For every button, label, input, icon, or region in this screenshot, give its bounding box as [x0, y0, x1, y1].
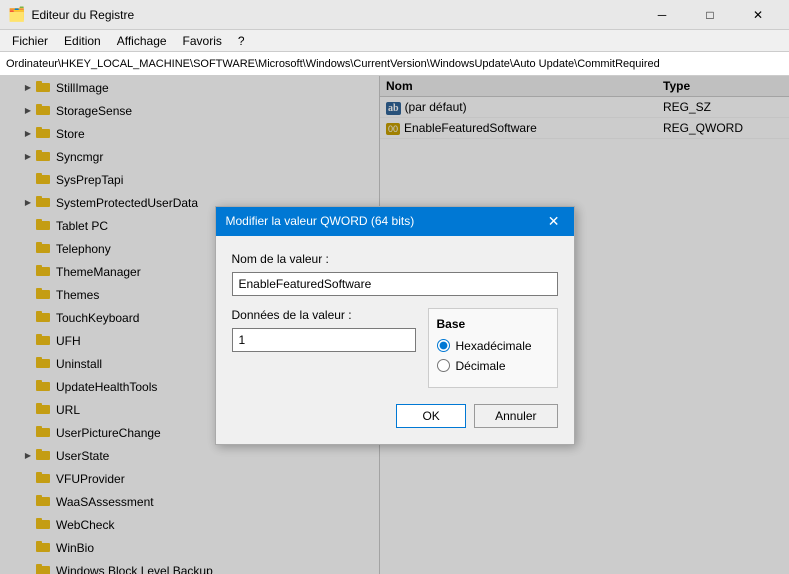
dialog-data-row: Données de la valeur : Base Hexadécimale… — [232, 308, 558, 388]
base-section: Base Hexadécimale Décimale — [428, 308, 558, 388]
dialog-title-bar: Modifier la valeur QWORD (64 bits) ✕ — [216, 207, 574, 236]
app-icon: 🗂️ — [8, 6, 25, 23]
dialog-body: Nom de la valeur : Données de la valeur … — [216, 236, 574, 444]
hex-radio-row: Hexadécimale — [437, 339, 549, 353]
name-input[interactable] — [232, 272, 558, 296]
dec-radio[interactable] — [437, 359, 450, 372]
ok-button[interactable]: OK — [396, 404, 466, 428]
cancel-button[interactable]: Annuler — [474, 404, 557, 428]
menu-help[interactable]: ? — [230, 32, 253, 50]
maximize-button[interactable]: □ — [687, 0, 733, 30]
title-bar-controls: ─ □ ✕ — [639, 0, 781, 30]
value-section: Données de la valeur : — [232, 308, 416, 388]
minimize-button[interactable]: ─ — [639, 0, 685, 30]
data-label: Données de la valeur : — [232, 308, 416, 322]
app-title: Editeur du Registre — [31, 8, 134, 22]
close-button[interactable]: ✕ — [735, 0, 781, 30]
dec-label: Décimale — [456, 359, 506, 373]
main-content: ▶StillImage▶StorageSense▶Store▶SyncmgrSy… — [0, 76, 789, 574]
hex-label: Hexadécimale — [456, 339, 532, 353]
dialog-buttons: OK Annuler — [232, 404, 558, 428]
address-bar: Ordinateur\HKEY_LOCAL_MACHINE\SOFTWARE\M… — [0, 52, 789, 76]
hex-radio[interactable] — [437, 339, 450, 352]
menu-fichier[interactable]: Fichier — [4, 32, 56, 50]
dialog-overlay: Modifier la valeur QWORD (64 bits) ✕ Nom… — [0, 76, 789, 574]
menu-edition[interactable]: Edition — [56, 32, 109, 50]
dec-radio-row: Décimale — [437, 359, 549, 373]
name-label: Nom de la valeur : — [232, 252, 558, 266]
dialog-qword: Modifier la valeur QWORD (64 bits) ✕ Nom… — [215, 206, 575, 445]
base-title: Base — [437, 317, 549, 331]
menu-affichage[interactable]: Affichage — [109, 32, 175, 50]
dialog-close-button[interactable]: ✕ — [544, 213, 564, 230]
menu-bar: Fichier Edition Affichage Favoris ? — [0, 30, 789, 52]
data-input[interactable] — [232, 328, 416, 352]
address-text: Ordinateur\HKEY_LOCAL_MACHINE\SOFTWARE\M… — [6, 58, 660, 70]
dialog-title: Modifier la valeur QWORD (64 bits) — [226, 214, 415, 228]
title-bar: 🗂️ Editeur du Registre ─ □ ✕ — [0, 0, 789, 30]
menu-favoris[interactable]: Favoris — [175, 32, 230, 50]
